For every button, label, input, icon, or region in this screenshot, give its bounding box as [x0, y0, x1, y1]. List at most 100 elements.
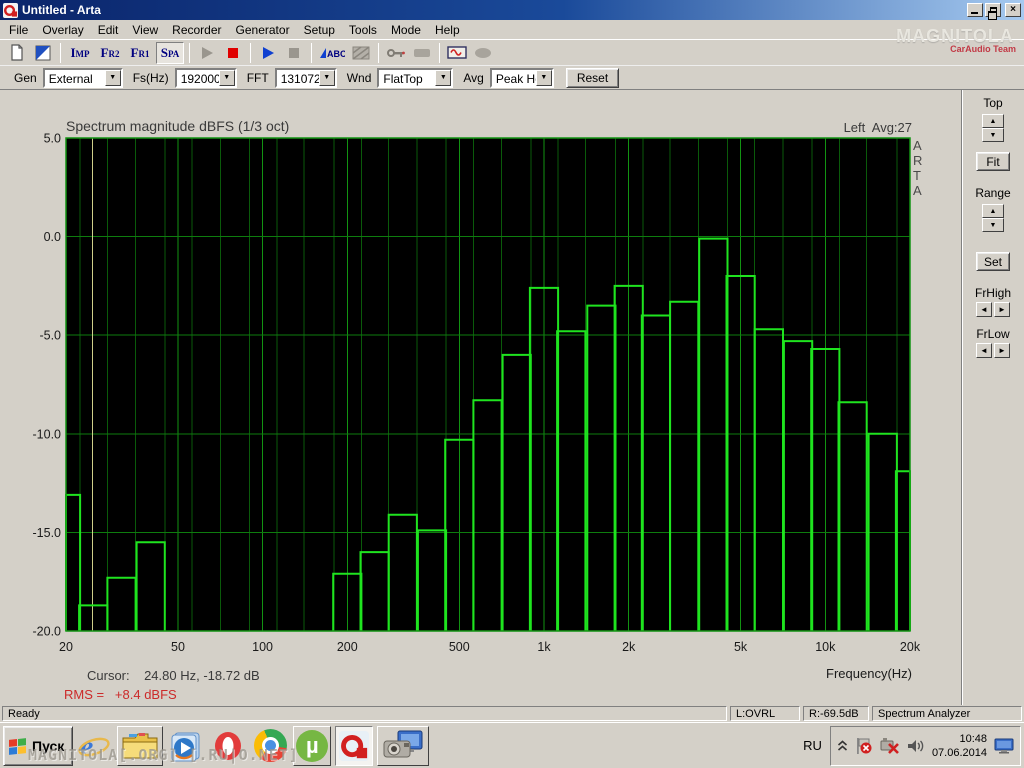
title-bar[interactable]: Untitled - Arta ×: [0, 0, 1024, 20]
oval-button-disabled[interactable]: [471, 42, 495, 64]
svg-text:-15.0: -15.0: [33, 526, 62, 540]
svg-text:-10.0: -10.0: [33, 427, 62, 441]
avg-label: Avg: [463, 70, 484, 85]
overlay-button[interactable]: [31, 42, 55, 64]
gen-select[interactable]: External ▼: [42, 67, 123, 88]
restore-button[interactable]: [985, 3, 1001, 20]
wmp-icon: [171, 732, 200, 761]
svg-text:100: 100: [252, 640, 273, 654]
dropdown-arrow-icon[interactable]: ▼: [535, 69, 552, 86]
menu-file[interactable]: File: [2, 21, 35, 39]
record-stop-button[interactable]: [221, 42, 245, 64]
dropdown-arrow-icon[interactable]: ▼: [218, 69, 235, 86]
record-play-button-disabled[interactable]: [195, 42, 219, 64]
controls-toolbar: Gen External ▼ Fs(Hz) 192000 ▼ FFT 13107…: [0, 65, 1024, 90]
menu-edit[interactable]: Edit: [91, 21, 126, 39]
menu-overlay[interactable]: Overlay: [35, 21, 90, 39]
dropdown-arrow-icon[interactable]: ▼: [318, 69, 335, 86]
chart-title: Spectrum magnitude dBFS (1/3 oct): [66, 118, 290, 134]
play-button[interactable]: [256, 42, 280, 64]
calibrate-button[interactable]: ABC: [317, 42, 347, 64]
key-icon: [387, 48, 405, 57]
spinner-up-icon[interactable]: ▲: [982, 114, 1004, 128]
arrow-left-icon[interactable]: ◄: [976, 343, 992, 358]
new-file-button[interactable]: [5, 42, 29, 64]
spectrum-plot[interactable]: 20 50 100 200 500 1k 2k 5k 10k 20k 5.0 0.0 -5.0 -10.0…: [0, 90, 960, 705]
hatched-button-disabled[interactable]: [349, 42, 373, 64]
fit-button[interactable]: Fit: [976, 152, 1010, 171]
gen-label: Gen: [14, 70, 37, 85]
folder-icon: [122, 732, 158, 758]
arrow-right-icon[interactable]: ►: [994, 343, 1010, 358]
utorrent-launcher[interactable]: µ: [293, 725, 332, 766]
minimize-button[interactable]: [967, 3, 983, 17]
spinner-down-icon[interactable]: ▼: [982, 218, 1004, 232]
spa-mode-button[interactable]: SPA: [156, 41, 184, 64]
cursor-readout: Cursor: 24.80 Hz, -18.72 dB: [87, 668, 260, 683]
clock[interactable]: 10:48 07.06.2014: [932, 732, 987, 760]
menu-setup[interactable]: Setup: [297, 21, 342, 39]
range-label: Range: [975, 186, 1011, 200]
svg-text:ABC: ABC: [327, 49, 345, 59]
wnd-label: Wnd: [346, 70, 372, 85]
set-button[interactable]: Set: [976, 252, 1010, 271]
abc-check-icon: ABC: [320, 47, 345, 59]
overlay-icon: [35, 45, 51, 60]
svg-text:500: 500: [449, 640, 470, 654]
status-right-level: R:-69.5dB: [803, 706, 869, 721]
fr1-mode-button[interactable]: FR1: [126, 42, 154, 64]
menu-mode[interactable]: Mode: [384, 21, 428, 39]
avg-select[interactable]: Peak Hol ▼: [489, 67, 554, 88]
fr2-mode-button[interactable]: FR2: [96, 42, 124, 64]
dropdown-arrow-icon[interactable]: ▼: [435, 69, 452, 86]
spinner-down-icon[interactable]: ▼: [982, 128, 1004, 142]
window-title: Untitled - Arta: [22, 3, 101, 17]
pill-button-disabled[interactable]: [410, 42, 434, 64]
toolbar-separator: [311, 42, 312, 63]
range-spinner: ▲ ▼: [982, 204, 1004, 232]
arta-taskbar-button[interactable]: [335, 725, 374, 766]
ie-launcher[interactable]: e: [75, 726, 113, 766]
arrow-right-icon[interactable]: ►: [994, 302, 1010, 317]
toolbar-separator: [378, 42, 379, 63]
stop-button-disabled[interactable]: [282, 42, 306, 64]
menu-generator[interactable]: Generator: [229, 21, 297, 39]
tray-flag-alert-icon[interactable]: [855, 737, 873, 755]
chrome-launcher[interactable]: [251, 726, 289, 766]
key-button[interactable]: [384, 42, 408, 64]
arta-taskbar-icon: [339, 730, 370, 761]
tray-panel: 10:48 07.06.2014: [829, 725, 1021, 766]
reset-button[interactable]: Reset: [565, 67, 620, 88]
tray-device-alert-icon[interactable]: [880, 737, 900, 755]
imp-mode-button[interactable]: IMP: [66, 42, 94, 64]
arrow-left-icon[interactable]: ◄: [976, 302, 992, 317]
screenshot-tool-launcher[interactable]: [377, 725, 430, 766]
generator-sine-button[interactable]: [445, 42, 469, 64]
chrome-icon: [253, 729, 287, 762]
dropdown-arrow-icon[interactable]: ▼: [104, 69, 121, 86]
tray-chevron-icon[interactable]: [837, 739, 848, 752]
menu-tools[interactable]: Tools: [342, 21, 384, 39]
close-button[interactable]: ×: [1005, 3, 1021, 17]
minimize-icon: [971, 12, 978, 14]
menu-help[interactable]: Help: [428, 21, 467, 39]
opera-launcher[interactable]: [209, 726, 247, 766]
spinner-up-icon[interactable]: ▲: [982, 204, 1004, 218]
start-button[interactable]: Пуск: [3, 725, 74, 766]
svg-text:50: 50: [171, 640, 185, 654]
language-indicator[interactable]: RU: [795, 738, 830, 753]
restore-icon: [988, 7, 997, 20]
svg-text:-5.0: -5.0: [39, 329, 61, 343]
fft-select[interactable]: 131072 ▼: [274, 67, 337, 88]
file-explorer-launcher[interactable]: [117, 725, 164, 766]
tray-volume-icon[interactable]: [907, 738, 925, 754]
show-desktop-icon[interactable]: [994, 738, 1014, 754]
menu-recorder[interactable]: Recorder: [165, 21, 228, 39]
menu-view[interactable]: View: [125, 21, 165, 39]
status-left-level: L:OVRL: [730, 706, 800, 721]
wnd-select[interactable]: FlatTop ▼: [377, 67, 454, 88]
fs-select[interactable]: 192000 ▼: [174, 67, 237, 88]
toolbar-separator: [60, 42, 61, 63]
opera-icon: [215, 731, 242, 760]
media-player-launcher[interactable]: [167, 726, 205, 766]
